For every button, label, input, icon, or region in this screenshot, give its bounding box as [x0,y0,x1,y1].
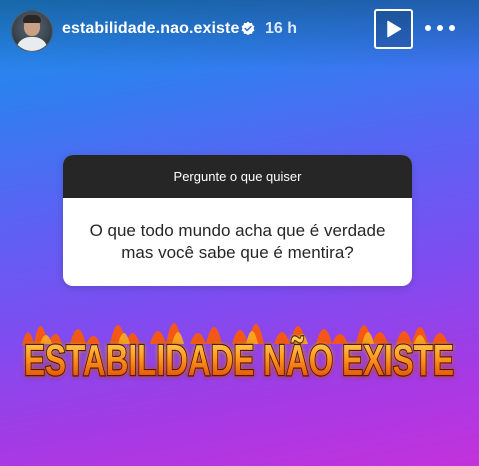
story-header: estabilidade.nao.existe 16 h [0,0,479,62]
question-prompt: Pergunte o que quiser [173,169,302,184]
fire-text-banner: ESTABILIDADE NÃO EXISTE [22,323,455,386]
play-icon [386,20,401,38]
avatar[interactable] [11,10,53,52]
question-sticker-body: O que todo mundo acha que é verdade mas … [63,198,412,286]
avatar-hair [23,15,41,23]
avatar-shirt [16,37,48,51]
more-options-icon[interactable] [425,18,455,38]
story-view: estabilidade.nao.existe 16 h Pergunte o … [0,0,479,466]
verified-badge-icon [241,21,255,36]
question-line-2: mas você sabe que é mentira? [121,243,354,262]
question-line-1: O que todo mundo acha que é verdade [89,221,386,240]
question-sticker[interactable]: Pergunte o que quiser O que todo mundo a… [63,155,412,286]
more-dot [449,25,455,31]
more-dot [425,25,431,31]
question-sticker-header: Pergunte o que quiser [63,155,412,198]
post-time: 16 h [265,20,298,37]
banner-text: ESTABILIDADE NÃO EXISTE [24,335,454,385]
username[interactable]: estabilidade.nao.existe [62,20,239,38]
play-button[interactable] [374,9,413,49]
more-dot [437,25,443,31]
